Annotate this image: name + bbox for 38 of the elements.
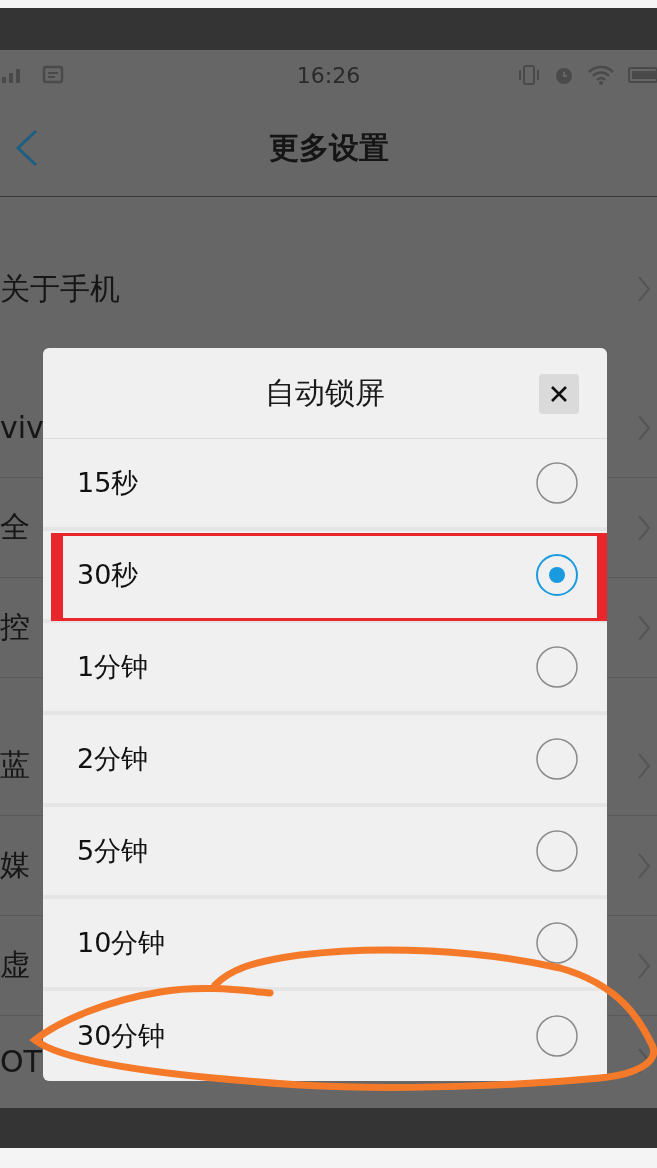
option-row[interactable]: 30分钟: [43, 991, 607, 1081]
option-row[interactable]: 10分钟: [43, 899, 607, 991]
radio-button[interactable]: [535, 737, 579, 781]
radio-button[interactable]: [535, 921, 579, 965]
option-label: 30秒: [77, 558, 139, 592]
setting-label: OT: [0, 1043, 42, 1079]
setting-label: 蓝: [0, 746, 30, 784]
close-icon: [550, 385, 568, 403]
radio-button[interactable]: [535, 461, 579, 505]
option-label: 1分钟: [77, 650, 149, 684]
dialog-title: 自动锁屏: [265, 373, 385, 412]
option-row[interactable]: 1分钟: [43, 623, 607, 715]
radio-button[interactable]: [535, 1014, 579, 1058]
wifi-icon: [587, 64, 615, 86]
setting-label: viv: [0, 410, 44, 445]
option-row[interactable]: 15秒: [43, 439, 607, 531]
setting-label: 媒: [0, 846, 30, 884]
option-row[interactable]: 30秒: [43, 531, 607, 623]
option-label: 5分钟: [77, 834, 149, 868]
option-label: 2分钟: [77, 742, 149, 776]
setting-label: 全: [0, 508, 30, 546]
notification-icon: [42, 65, 64, 85]
battery-icon: [627, 65, 657, 85]
status-time: 16:26: [296, 62, 361, 88]
option-row[interactable]: 5分钟: [43, 807, 607, 899]
close-button[interactable]: [539, 374, 579, 414]
radio-button[interactable]: [535, 553, 579, 597]
option-label: 30分钟: [77, 1019, 166, 1053]
setting-label: 控: [0, 608, 30, 646]
vibrate-icon: [517, 64, 541, 86]
option-label: 15秒: [77, 466, 139, 500]
setting-label: 虚: [0, 946, 30, 984]
radio-button[interactable]: [535, 645, 579, 689]
setting-label: 关于手机: [0, 269, 120, 308]
option-row[interactable]: 2分钟: [43, 715, 607, 807]
option-label: 10分钟: [77, 926, 166, 960]
page-title: 更多设置: [268, 128, 389, 167]
radio-button[interactable]: [535, 829, 579, 873]
